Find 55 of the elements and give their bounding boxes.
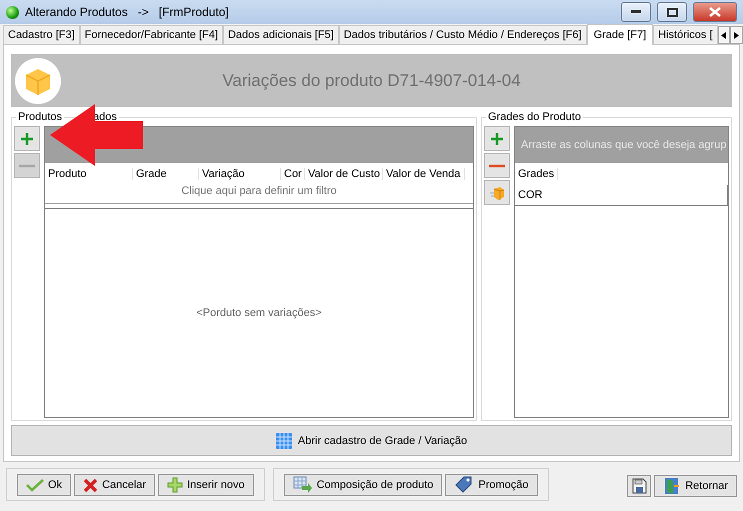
tab[interactable]: Cadastro [F3] xyxy=(3,25,80,44)
tab[interactable]: Históricos [ xyxy=(653,25,718,44)
minus-icon xyxy=(489,164,505,168)
tab[interactable]: Fornecedor/Fabricante [F4] xyxy=(80,25,223,44)
box-icon xyxy=(489,184,505,200)
close-icon xyxy=(709,7,721,17)
window-title: Alterando Produtos -> [FrmProduto] xyxy=(25,5,230,19)
checkmark-icon xyxy=(26,478,44,492)
plus-icon xyxy=(20,132,34,146)
column-header[interactable]: Grade xyxy=(136,168,167,180)
filter-hint[interactable]: Clique aqui para definir um filtro xyxy=(45,185,473,204)
cross-icon xyxy=(83,478,98,492)
tab[interactable]: Dados adicionais [F5] xyxy=(222,25,339,44)
column-header[interactable]: Valor de Venda xyxy=(386,168,460,180)
door-icon xyxy=(663,477,682,495)
maximize-button[interactable] xyxy=(657,2,687,22)
column-header[interactable]: Valor de Custo xyxy=(308,168,380,180)
add-button[interactable] xyxy=(14,126,40,151)
left-arrow-icon xyxy=(721,32,726,38)
column-header[interactable]: Produto xyxy=(48,168,87,180)
tab[interactable]: Dados tributários / Custo Médio / Endereços [F6] xyxy=(338,25,587,44)
group-by-hint: Arraste as colunas que você deseja agrup xyxy=(515,127,728,163)
close-button[interactable] xyxy=(693,2,737,22)
grid-icon xyxy=(276,432,292,448)
cancel-button[interactable]: Cancelar xyxy=(74,474,156,496)
minimize-icon xyxy=(631,10,641,14)
column-header[interactable]: Variação xyxy=(202,168,245,180)
minus-icon xyxy=(19,164,35,168)
back-button[interactable]: Retornar xyxy=(654,475,737,497)
plus-icon xyxy=(490,132,504,146)
empty-message: <Porduto sem variações> xyxy=(196,307,322,319)
table-cell[interactable]: COR xyxy=(515,185,728,206)
header-title: Variações do produto D71-4907-014-04 xyxy=(221,70,522,90)
ok-button[interactable]: Ok xyxy=(17,474,72,496)
minimize-button[interactable] xyxy=(621,2,651,22)
promo-button[interactable]: Promoção xyxy=(445,474,538,496)
app-icon xyxy=(6,6,19,18)
add-button[interactable] xyxy=(484,126,510,151)
save-button[interactable] xyxy=(627,475,652,497)
open-grade-button[interactable]: Abrir cadastro de Grade / Variação xyxy=(11,425,732,456)
tab[interactable]: Grade [F7] xyxy=(586,24,654,45)
price-tag-icon xyxy=(454,476,474,494)
scroll-left-button[interactable] xyxy=(718,26,730,44)
scroll-right-button[interactable] xyxy=(730,26,743,44)
remove-button[interactable] xyxy=(484,153,510,178)
grid-arrow-icon xyxy=(292,476,313,494)
composition-button[interactable]: Composição de produto xyxy=(284,474,442,496)
group-label: Grades do Produto xyxy=(486,111,583,123)
plus-icon xyxy=(167,477,184,493)
right-arrow-icon xyxy=(734,32,740,38)
new-button[interactable]: Inserir novo xyxy=(158,474,254,496)
column-header[interactable]: Cor xyxy=(284,168,302,180)
group-label: Produtos xyxy=(16,111,64,123)
column-header[interactable]: Grades xyxy=(518,168,554,180)
restore-icon xyxy=(666,8,678,16)
